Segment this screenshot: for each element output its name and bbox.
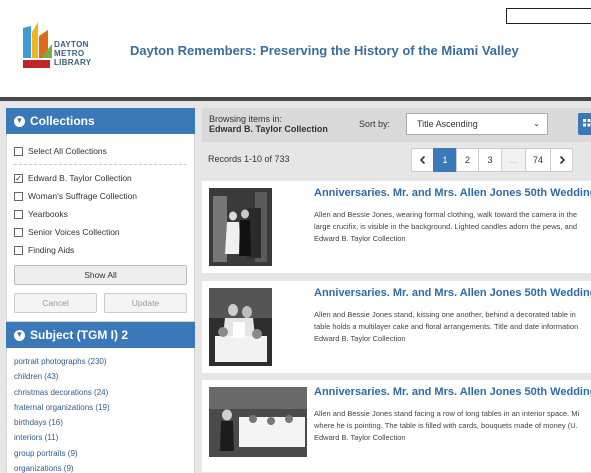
collection-checkbox[interactable]: Senior Voices Collection bbox=[14, 223, 187, 241]
checkbox-label: Yearbooks bbox=[28, 209, 68, 219]
checkbox-icon[interactable] bbox=[14, 146, 23, 156]
site-title[interactable]: Dayton Remembers: Preserving the History… bbox=[130, 43, 519, 58]
page-ellipsis: ... bbox=[501, 148, 526, 172]
subject-link[interactable]: group portraits (9) bbox=[14, 446, 187, 461]
collection-checkbox[interactable]: Finding Aids bbox=[14, 241, 187, 259]
result-item: Anniversaries. Mr. and Mrs. Allen Jones … bbox=[202, 181, 591, 273]
chevron-down-icon: ▼ bbox=[14, 329, 25, 341]
subject-header[interactable]: ▼ Subject (TGM I) 2 bbox=[6, 322, 195, 348]
result-item: Anniversaries. Mr. and Mrs. Allen Jones … bbox=[202, 281, 591, 373]
result-title[interactable]: Anniversaries. Mr. and Mrs. Allen Jones … bbox=[314, 386, 591, 398]
records-count: Records 1-10 of 733 bbox=[208, 154, 290, 164]
result-thumbnail[interactable] bbox=[209, 288, 272, 366]
subject-list: portrait photographs (230) children (43)… bbox=[6, 348, 195, 473]
checkbox-label: Woman's Suffrage Collection bbox=[28, 191, 138, 201]
checkbox-label: Edward B. Taylor Collection bbox=[28, 173, 132, 183]
collections-title: Collections bbox=[30, 114, 95, 128]
result-description-line: Allen and Bessie Jones, wearing formal c… bbox=[314, 210, 578, 219]
collection-checkbox[interactable]: ✓ Edward B. Taylor Collection bbox=[14, 169, 187, 187]
logo-text-line: LIBRARY bbox=[54, 58, 92, 67]
browse-label-line: Browsing items in: bbox=[209, 114, 283, 124]
result-title[interactable]: Anniversaries. Mr. and Mrs. Allen Jones … bbox=[314, 187, 591, 199]
subject-link[interactable]: portrait photographs (230) bbox=[14, 354, 187, 369]
result-description: Allen and Bessie Jones stand, kissing on… bbox=[314, 309, 591, 333]
checkbox-icon[interactable] bbox=[14, 209, 23, 219]
result-collection: Edward B. Taylor Collection bbox=[314, 433, 406, 442]
logo-text: DAYTON METRO LIBRARY bbox=[54, 40, 91, 67]
search-input[interactable] bbox=[506, 8, 591, 24]
checkbox-label: Finding Aids bbox=[28, 245, 75, 255]
subject-link[interactable]: organizations (9) bbox=[14, 461, 187, 473]
result-collection: Edward B. Taylor Collection bbox=[314, 334, 406, 343]
sort-label: Sort by: bbox=[359, 119, 391, 129]
divider bbox=[14, 164, 187, 165]
result-title[interactable]: Anniversaries. Mr. and Mrs. Allen Jones … bbox=[314, 287, 591, 299]
checkbox-icon[interactable] bbox=[14, 245, 23, 255]
collection-checkbox[interactable]: Woman's Suffrage Collection bbox=[14, 187, 187, 205]
chevron-down-icon: ▼ bbox=[14, 115, 25, 127]
show-all-button[interactable]: Show All bbox=[14, 265, 187, 285]
subject-link[interactable]: christmas decorations (24) bbox=[14, 385, 187, 400]
result-item: Anniversaries. Mr. and Mrs. Allen Jones … bbox=[202, 380, 591, 472]
result-description-line: Allen and Bessie Jones stand facing a ro… bbox=[314, 409, 580, 418]
subject-link[interactable]: interiors (11) bbox=[14, 430, 187, 445]
result-description: Allen and Bessie Jones, wearing formal c… bbox=[314, 209, 591, 233]
result-description-line: where he is pointing. The table is fille… bbox=[314, 421, 578, 430]
chevron-down-icon: ⌄ bbox=[533, 119, 540, 128]
chevron-left-icon bbox=[419, 155, 425, 165]
update-button[interactable]: Update bbox=[104, 293, 187, 313]
collections-panel: ▼ Collections Select All Collections ✓ E… bbox=[6, 108, 195, 322]
collection-checkbox[interactable]: Yearbooks bbox=[14, 205, 187, 223]
browse-toolbar: Browsing items in: Edward B. Taylor Coll… bbox=[202, 108, 591, 142]
result-thumbnail[interactable] bbox=[209, 188, 272, 266]
subject-link[interactable]: fraternal organizations (19) bbox=[14, 400, 187, 415]
action-buttons: Cancel Update bbox=[14, 293, 187, 313]
collections-body: Select All Collections ✓ Edward B. Taylo… bbox=[6, 134, 195, 322]
page-button[interactable]: 1 bbox=[433, 148, 457, 172]
logo-text-line: DAYTON bbox=[54, 40, 89, 49]
collections-header[interactable]: ▼ Collections bbox=[6, 108, 195, 134]
result-description-line: large crucifix, is visible in the backgr… bbox=[314, 222, 578, 231]
sort-select-value: Title Ascending bbox=[417, 119, 478, 129]
checkbox-label: Select All Collections bbox=[28, 146, 107, 156]
result-description-line: table holds a multilayer cake and floral… bbox=[314, 322, 579, 331]
pagination: 1 2 3 ... 74 bbox=[411, 148, 573, 172]
select-all-checkbox[interactable]: Select All Collections bbox=[14, 142, 187, 160]
result-collection: Edward B. Taylor Collection bbox=[314, 234, 406, 243]
browse-label: Browsing items in: Edward B. Taylor Coll… bbox=[209, 114, 328, 134]
prev-page-button[interactable] bbox=[411, 148, 434, 172]
subject-panel: ▼ Subject (TGM I) 2 portrait photographs… bbox=[6, 322, 195, 473]
page-button[interactable]: 3 bbox=[478, 148, 502, 172]
subject-link[interactable]: children (43) bbox=[14, 369, 187, 384]
next-page-button[interactable] bbox=[550, 148, 573, 172]
chevron-right-icon bbox=[559, 155, 565, 165]
subject-title: Subject (TGM I) 2 bbox=[30, 328, 129, 342]
checkbox-icon[interactable] bbox=[14, 191, 23, 201]
page-button[interactable]: 2 bbox=[456, 148, 479, 172]
subject-link[interactable]: birthdays (16) bbox=[14, 415, 187, 430]
result-description-line: Allen and Bessie Jones stand, kissing on… bbox=[314, 310, 576, 319]
site-header: DAYTON METRO LIBRARY Dayton Remembers: P… bbox=[0, 0, 591, 97]
browse-collection-name: Edward B. Taylor Collection bbox=[209, 124, 328, 134]
logo-mark-icon bbox=[23, 22, 52, 68]
logo-text-line: METRO bbox=[54, 49, 85, 58]
grid-icon bbox=[583, 119, 591, 127]
checkbox-label: Senior Voices Collection bbox=[28, 227, 120, 237]
page-button[interactable]: 74 bbox=[525, 148, 551, 172]
checkbox-checked-icon[interactable]: ✓ bbox=[14, 173, 23, 183]
sort-select[interactable]: Title Ascending ⌄ bbox=[406, 113, 548, 135]
cancel-button[interactable]: Cancel bbox=[14, 293, 97, 313]
checkbox-icon[interactable] bbox=[14, 227, 23, 237]
grid-view-button[interactable] bbox=[578, 113, 591, 135]
result-description: Allen and Bessie Jones stand facing a ro… bbox=[314, 408, 591, 432]
result-thumbnail[interactable] bbox=[209, 387, 307, 457]
